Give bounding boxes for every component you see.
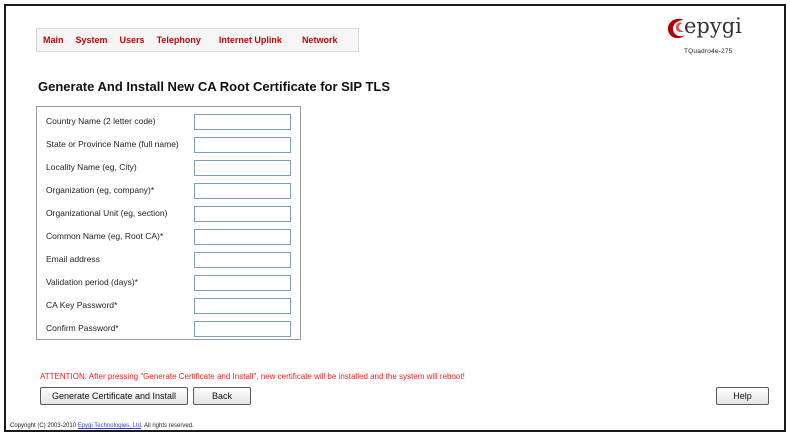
organization-input[interactable] [194, 183, 291, 199]
page-title: Generate And Install New CA Root Certifi… [38, 79, 391, 94]
logo-brand-text: epygi [684, 14, 742, 38]
form-row-ca-key-password: CA Key Password* [37, 295, 300, 317]
copyright-footer: Copyright (C) 2003-2010 Epygi Technologi… [10, 423, 194, 429]
form-row-common-name: Common Name (eg, Root CA)* [37, 226, 300, 248]
back-button[interactable]: Back [193, 387, 251, 405]
help-button[interactable]: Help [716, 387, 769, 405]
field-label: CA Key Password* [46, 300, 118, 310]
common-name-input[interactable] [194, 229, 291, 245]
device-model: TQuadro4e-275 [684, 48, 733, 55]
form-row-locality: Locality Name (eg, City) [37, 157, 300, 179]
field-label: Validation period (days)* [46, 277, 138, 287]
organizational-unit-input[interactable] [194, 206, 291, 222]
menu-item-telephony[interactable]: Telephony [157, 35, 201, 45]
form-row-email: Email address [37, 249, 300, 271]
menu-item-main[interactable]: Main [43, 35, 64, 45]
field-label: State or Province Name (full name) [46, 139, 179, 149]
form-row-organization: Organization (eg, company)* [37, 180, 300, 202]
main-frame: Main System Users Telephony Internet Upl… [4, 4, 786, 432]
confirm-password-input[interactable] [194, 321, 291, 337]
field-label: Organization (eg, company)* [46, 185, 155, 195]
field-label: Organizational Unit (eg, section) [46, 208, 168, 218]
field-label: Country Name (2 letter code) [46, 116, 156, 126]
menu-item-users[interactable]: Users [120, 35, 145, 45]
form-row-confirm-password: Confirm Password* [37, 318, 300, 340]
generate-certificate-button[interactable]: Generate Certificate and Install [40, 387, 188, 405]
field-label: Confirm Password* [46, 323, 119, 333]
menu-item-internet-uplink[interactable]: Internet Uplink [219, 35, 282, 45]
menu-item-network[interactable]: Network [302, 35, 338, 45]
validation-period-input[interactable] [194, 275, 291, 291]
copyright-suffix: . All rights reserved. [140, 423, 194, 429]
certificate-form: Country Name (2 letter code) State or Pr… [36, 106, 301, 340]
form-row-validation-period: Validation period (days)* [37, 272, 300, 294]
ca-key-password-input[interactable] [194, 298, 291, 314]
form-row-country: Country Name (2 letter code) [37, 111, 300, 133]
field-label: Email address [46, 254, 100, 264]
copyright-prefix: Copyright (C) 2003-2010 [10, 423, 78, 429]
epygi-logo: epygi TQuadro4e-275 [666, 14, 786, 64]
top-menu-bar: Main System Users Telephony Internet Upl… [36, 28, 359, 52]
company-link[interactable]: Epygi Technologies, Ltd [78, 423, 141, 429]
field-label: Common Name (eg, Root CA)* [46, 231, 164, 241]
state-province-input[interactable] [194, 137, 291, 153]
form-row-org-unit: Organizational Unit (eg, section) [37, 203, 300, 225]
menu-item-system[interactable]: System [76, 35, 108, 45]
country-name-input[interactable] [194, 114, 291, 130]
attention-warning: ATTENTION: After pressing "Generate Cert… [40, 372, 465, 381]
form-row-state: State or Province Name (full name) [37, 134, 300, 156]
email-input[interactable] [194, 252, 291, 268]
locality-input[interactable] [194, 160, 291, 176]
field-label: Locality Name (eg, City) [46, 162, 137, 172]
